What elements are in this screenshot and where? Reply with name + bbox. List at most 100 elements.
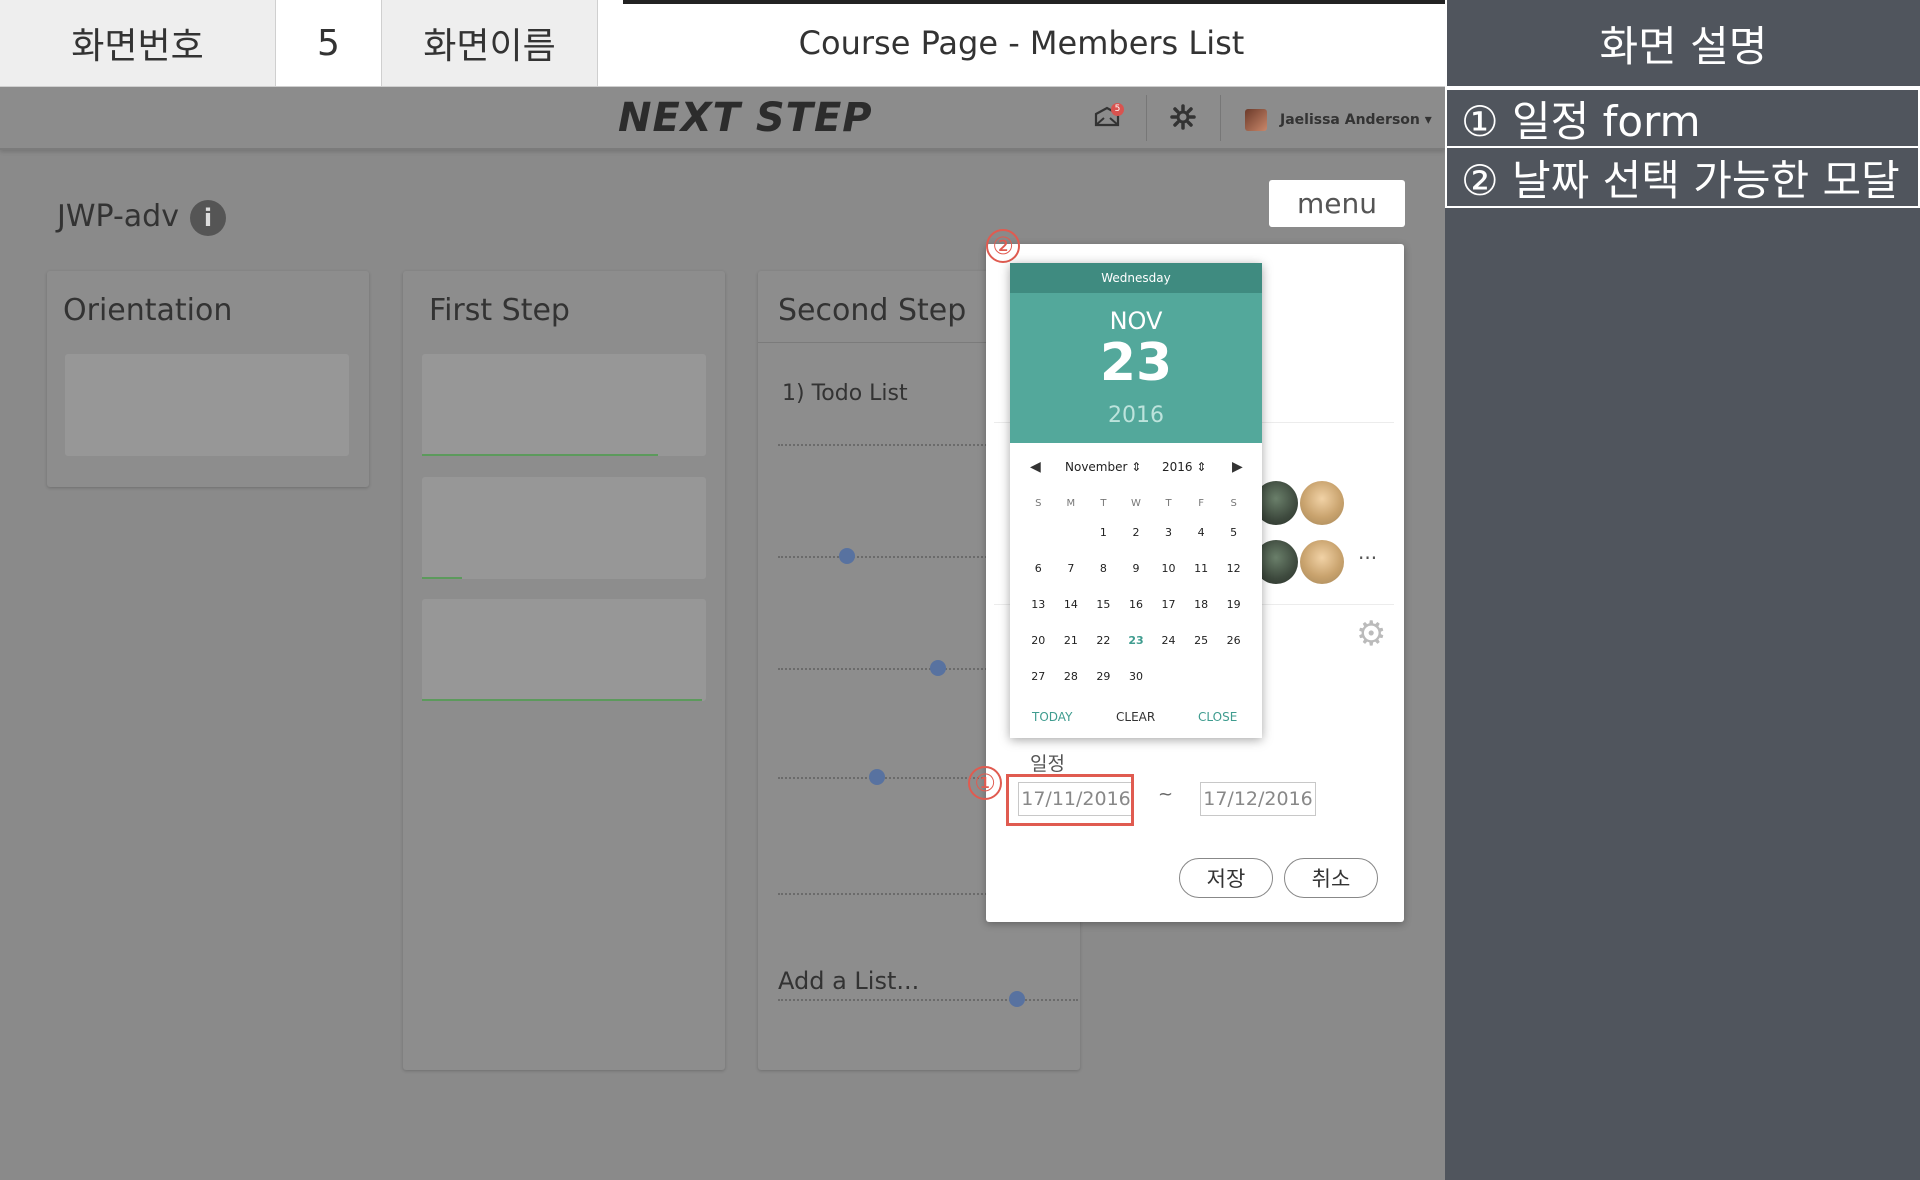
- description-panel: 화면 설명 ① 일정 form ② 날짜 선택 가능한 모달: [1445, 0, 1920, 1180]
- column-title: First Step: [429, 293, 570, 328]
- picker-year: 2016: [1108, 403, 1164, 428]
- prev-month-icon[interactable]: ◀: [1030, 459, 1041, 475]
- spec-header: 화면번호 5 화면이름 Course Page - Members List: [0, 0, 1445, 87]
- calendar-day[interactable]: 7: [1055, 562, 1088, 575]
- calendar-day[interactable]: 1: [1087, 526, 1120, 539]
- calendar-week-row: 13 14 15 16 17 18 19: [1022, 586, 1250, 622]
- weekday-header-cell: T: [1165, 497, 1172, 509]
- weekday-header-cell: S: [1035, 497, 1042, 509]
- date-range-separator: ~: [1158, 784, 1174, 805]
- card[interactable]: [65, 354, 349, 456]
- timeline-knob[interactable]: [1009, 991, 1025, 1007]
- column-first-step: First Step: [403, 271, 725, 1070]
- calendar-day[interactable]: 22: [1087, 634, 1120, 647]
- picker-header: NOV 23 2016: [1010, 293, 1262, 443]
- year-select[interactable]: 2016 ⇕: [1162, 460, 1206, 474]
- calendar-day[interactable]: 16: [1120, 598, 1153, 611]
- member-avatar[interactable]: [1300, 481, 1344, 525]
- calendar-day[interactable]: 24: [1152, 634, 1185, 647]
- calendar-week-row: 20 21 22 23 24 25 26: [1022, 622, 1250, 658]
- screen-name: Course Page - Members List: [598, 0, 1445, 86]
- next-month-icon[interactable]: ▶: [1232, 459, 1243, 475]
- calendar-day[interactable]: 21: [1055, 634, 1088, 647]
- card-progress-bar: [422, 577, 462, 579]
- calendar-day[interactable]: 13: [1022, 598, 1055, 611]
- today-button[interactable]: TODAY: [1032, 710, 1072, 724]
- save-button[interactable]: 저장: [1179, 858, 1273, 898]
- calendar-day[interactable]: 25: [1185, 634, 1218, 647]
- calendar-day[interactable]: 26: [1217, 634, 1250, 647]
- calendar-weekday-header: SMTWTFS: [1022, 492, 1250, 514]
- calendar-day[interactable]: 14: [1055, 598, 1088, 611]
- todo-list-item[interactable]: 1) Todo List: [782, 381, 908, 406]
- calendar-day[interactable]: 3: [1152, 526, 1185, 539]
- user-menu[interactable]: Jaelissa Anderson ▾: [1280, 112, 1432, 128]
- calendar-day[interactable]: 18: [1185, 598, 1218, 611]
- calendar-day[interactable]: 15: [1087, 598, 1120, 611]
- select-arrows-icon: ⇕: [1196, 460, 1207, 474]
- timeline-knob[interactable]: [869, 769, 885, 785]
- description-item-2: ② 날짜 선택 가능한 모달: [1445, 148, 1920, 208]
- card[interactable]: [422, 354, 706, 456]
- calendar-day[interactable]: 29: [1087, 670, 1120, 683]
- calendar-day[interactable]: 19: [1217, 598, 1250, 611]
- gear-icon[interactable]: [1170, 104, 1196, 137]
- description-item-1: ① 일정 form: [1445, 88, 1920, 148]
- column-title: Orientation: [63, 293, 233, 328]
- weekday-header-cell: S: [1230, 497, 1237, 509]
- calendar-week-row: 12345: [1022, 514, 1250, 550]
- card-progress-bar: [422, 699, 702, 701]
- annotation-marker-1: ①: [968, 766, 1002, 800]
- card[interactable]: [422, 477, 706, 579]
- user-avatar[interactable]: [1245, 109, 1267, 131]
- more-members-ellipsis[interactable]: ···: [1358, 546, 1377, 570]
- calendar-day[interactable]: 10: [1152, 562, 1185, 575]
- month-select-value: November: [1065, 460, 1128, 474]
- calendar-day[interactable]: 5: [1217, 526, 1250, 539]
- annotation-marker-2: ②: [986, 229, 1020, 263]
- calendar-day[interactable]: 6: [1022, 562, 1055, 575]
- calendar-day[interactable]: 20: [1022, 634, 1055, 647]
- cancel-button[interactable]: 취소: [1284, 858, 1378, 898]
- picker-month: NOV: [1109, 307, 1163, 335]
- menu-button[interactable]: menu: [1269, 180, 1405, 227]
- schedule-label: 일정: [1030, 753, 1065, 775]
- annotation-highlight-box: [1006, 774, 1134, 826]
- add-list-link[interactable]: Add a List...: [778, 967, 919, 995]
- timeline-knob[interactable]: [930, 660, 946, 676]
- calendar-day[interactable]: 30: [1120, 670, 1153, 683]
- calendar-grid: S M T W T F S 1 2 3 4 5 6 7 8 9 10 11 12 13 14 15 16 17 18 19 20 21…: [1022, 492, 1250, 694]
- calendar-day[interactable]: 4: [1185, 526, 1218, 539]
- card-progress-bar: [422, 454, 658, 456]
- calendar-day[interactable]: 27: [1022, 670, 1055, 683]
- picker-footer: TODAY CLEAR CLOSE: [1010, 710, 1262, 730]
- gear-icon[interactable]: ⚙: [1356, 614, 1386, 654]
- month-select[interactable]: November ⇕: [1065, 460, 1141, 474]
- member-avatar[interactable]: [1300, 540, 1344, 584]
- navbar-divider: [1220, 95, 1221, 141]
- calendar-day[interactable]: 23: [1120, 634, 1153, 647]
- navbar-divider: [1146, 95, 1147, 141]
- year-select-value: 2016: [1162, 460, 1193, 474]
- card[interactable]: [422, 599, 706, 701]
- calendar-day[interactable]: 9: [1120, 562, 1153, 575]
- picker-weekday: Wednesday: [1010, 263, 1262, 293]
- calendar-day[interactable]: 8: [1087, 562, 1120, 575]
- weekday-header-cell: T: [1100, 497, 1107, 509]
- calendar-week-row: 6 7 8 9 10 11 12: [1022, 550, 1250, 586]
- info-icon[interactable]: i: [190, 200, 226, 236]
- end-date-input[interactable]: 17/12/2016: [1200, 782, 1316, 816]
- app-logo[interactable]: NEXT STEP: [618, 95, 873, 141]
- screen-number: 5: [276, 0, 382, 86]
- close-button[interactable]: CLOSE: [1198, 710, 1237, 724]
- calendar-day[interactable]: 11: [1185, 562, 1218, 575]
- clear-button[interactable]: CLEAR: [1116, 710, 1155, 724]
- notification-badge: 5: [1111, 103, 1124, 116]
- column-title: Second Step: [778, 293, 967, 328]
- date-picker-modal: Wednesday NOV 23 2016 ◀ November ⇕ 2016 …: [1010, 263, 1262, 738]
- calendar-day[interactable]: 28: [1055, 670, 1088, 683]
- timeline-knob[interactable]: [839, 548, 855, 564]
- calendar-day[interactable]: 12: [1217, 562, 1250, 575]
- calendar-day[interactable]: 2: [1120, 526, 1153, 539]
- calendar-day[interactable]: 17: [1152, 598, 1185, 611]
